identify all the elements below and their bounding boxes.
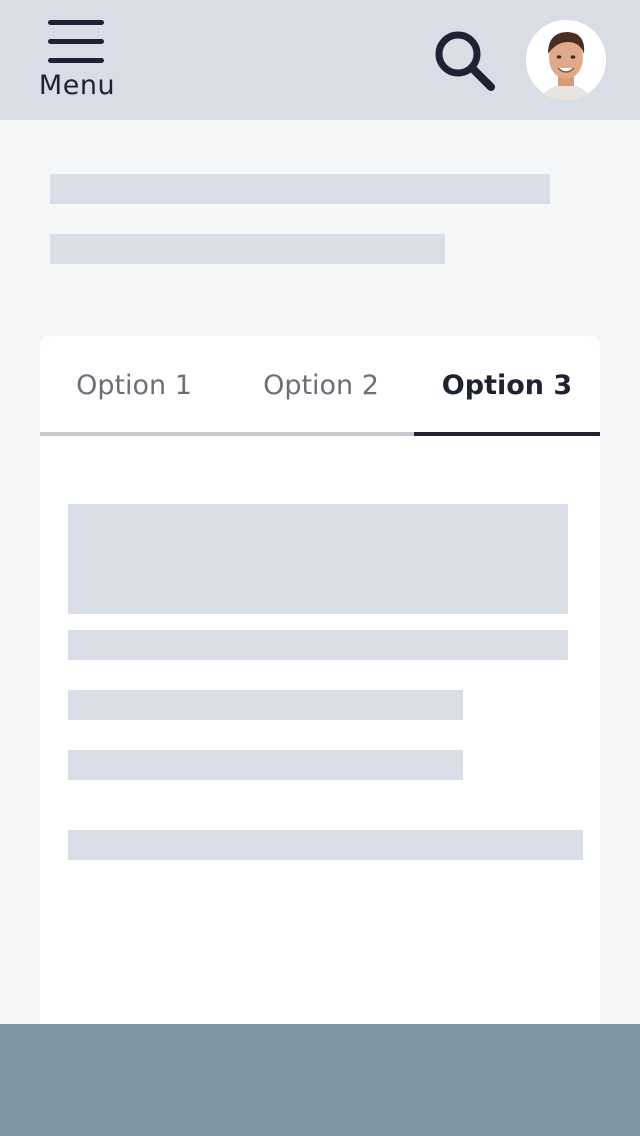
- skeleton-text-line: [68, 830, 583, 860]
- tabbed-card: Option 1 Option 2 Option 3: [40, 336, 600, 1056]
- hamburger-menu-icon: [48, 20, 104, 64]
- tab-option-3[interactable]: Option 3: [414, 336, 600, 432]
- menu-button[interactable]: Menu: [34, 18, 120, 104]
- search-button[interactable]: [432, 28, 498, 94]
- skeleton-subtitle-line: [50, 234, 445, 264]
- bottom-bar: [0, 1024, 640, 1136]
- tab-option-2[interactable]: Option 2: [228, 336, 414, 432]
- skeleton-text-line: [68, 690, 463, 720]
- top-app-bar: Menu: [0, 0, 640, 120]
- tab-option-1[interactable]: Option 1: [40, 336, 228, 432]
- skeleton-title-line: [50, 174, 550, 204]
- tab-underline-active: [414, 432, 600, 436]
- skeleton-text-line: [68, 750, 463, 780]
- skeleton-text-line: [68, 630, 568, 660]
- tab-bar: Option 1 Option 2 Option 3: [40, 336, 600, 436]
- tab-underline-inactive: [40, 432, 414, 436]
- avatar-face-icon: [526, 20, 606, 100]
- search-icon: [435, 31, 495, 91]
- menu-label: Menu: [38, 70, 116, 101]
- skeleton-image-block: [68, 504, 568, 614]
- user-avatar[interactable]: [526, 20, 606, 100]
